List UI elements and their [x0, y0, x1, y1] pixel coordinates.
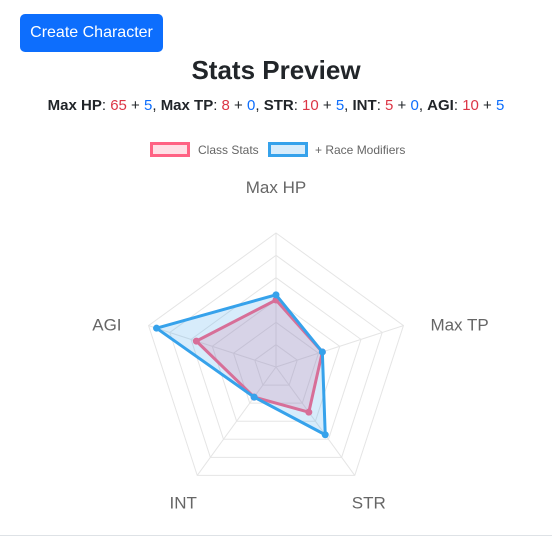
data-point: [272, 291, 280, 299]
axis-label: INT: [170, 493, 197, 512]
stat-int: INT: 5 + 0,: [352, 97, 428, 114]
stat-label: AGI: [427, 97, 454, 114]
stat-modifier-value: 0: [410, 97, 419, 114]
data-point: [250, 393, 258, 401]
stats-radar-chart: Max HP Max TP STR INT AGI Class Stats + Race M…: [92, 142, 489, 512]
legend-swatch: [268, 142, 308, 157]
stat-modifier-value: 5: [495, 97, 505, 114]
legend-swatch: [150, 142, 190, 157]
stat-max-hp: Max HP: 65 + 5,: [47, 97, 161, 114]
stat-label: INT: [352, 97, 377, 114]
legend-label: + Race Modifiers: [315, 143, 405, 157]
create-character-button[interactable]: Create Character: [20, 14, 163, 52]
series-area-1: [155, 293, 327, 437]
data-point: [318, 348, 326, 356]
axis-label: STR: [352, 493, 386, 512]
axis-label: Max HP: [246, 178, 306, 197]
stat-str: STR: 10 + 5,: [263, 97, 353, 114]
axis-label: Max TP: [430, 316, 488, 335]
stat-base-value: 10: [462, 97, 479, 114]
stat-base-value: 10: [302, 97, 319, 114]
stat-base-value: 5: [385, 97, 394, 114]
page-title: Stats Preview: [191, 55, 361, 85]
divider: [0, 535, 552, 536]
stat-base-value: 8: [221, 97, 230, 114]
stat-label: Max HP: [47, 97, 102, 114]
data-point: [321, 431, 329, 439]
stat-modifier-value: 5: [335, 97, 345, 114]
data-point: [153, 324, 161, 332]
stats-summary: Max HP: 65 + 5, Max TP: 8 + 0, STR: 10 +…: [0, 96, 552, 116]
stat-max-tp: Max TP: 8 + 0,: [160, 97, 264, 114]
stat-label: Max TP: [160, 97, 214, 114]
legend-label: Class Stats: [198, 143, 259, 157]
stat-modifier-value: 5: [144, 97, 153, 114]
stat-label: STR: [263, 97, 294, 114]
stat-agi: AGI: 10 + 5: [427, 97, 505, 114]
stat-base-value: 65: [110, 97, 127, 114]
axis-label: AGI: [92, 316, 121, 335]
stat-modifier-value: 0: [247, 97, 256, 114]
